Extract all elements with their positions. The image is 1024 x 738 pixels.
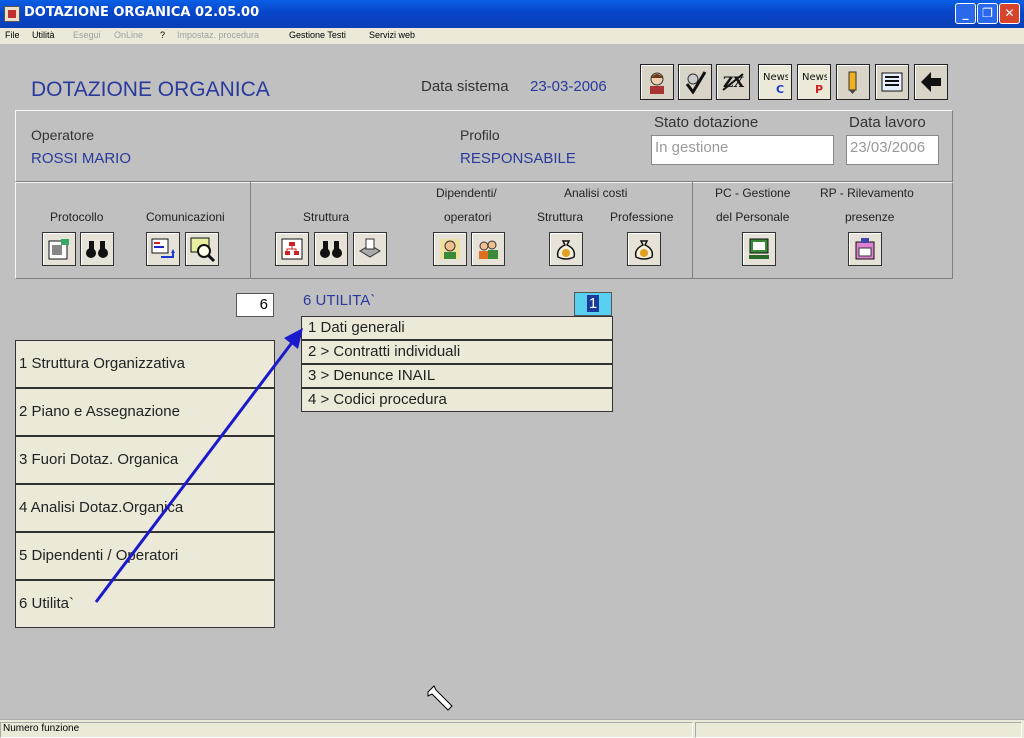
status-segment-secondary: [695, 722, 1022, 738]
status-text: Numero funzione: [3, 723, 80, 734]
status-segment-main: [0, 722, 693, 738]
status-bar: Numero funzione: [0, 719, 1024, 738]
mouse-cursor-icon: [427, 685, 453, 711]
annotation-arrow: [94, 328, 303, 603]
